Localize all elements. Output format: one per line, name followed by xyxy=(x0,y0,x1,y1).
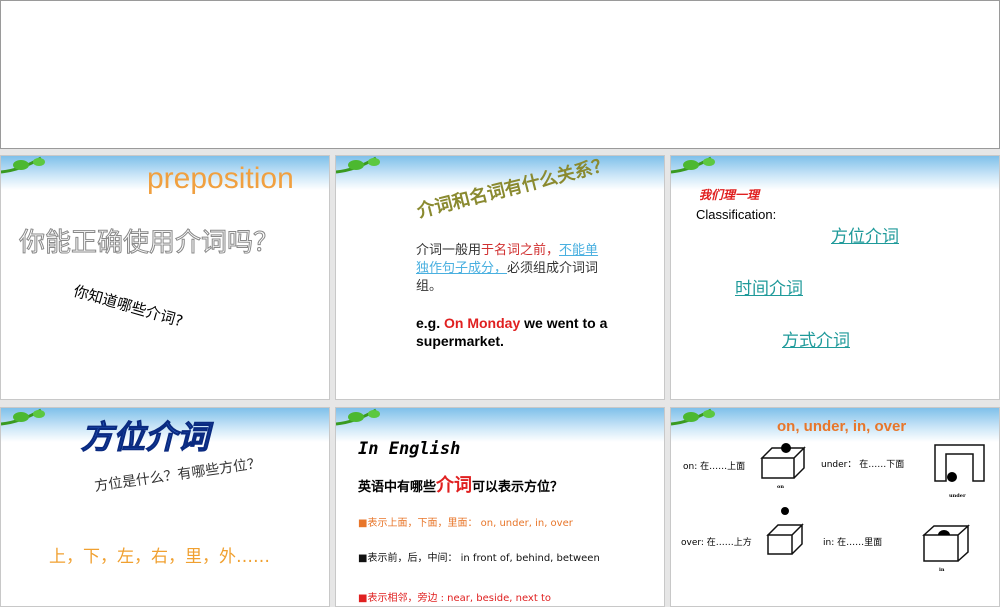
caption-in: in xyxy=(939,567,945,573)
text: e.g. xyxy=(416,315,445,331)
text: 介词一般用 xyxy=(416,243,482,258)
body-paragraph: 介词一般用于名词之前，不能单独作句子成分，必须组成介词词组。 xyxy=(416,242,611,296)
ball-icon xyxy=(781,443,957,535)
heading: 我们理一理 xyxy=(699,188,760,202)
classification-label: Classification: xyxy=(696,207,777,222)
bullet-item: ■表示前，后，中间： in front of, behind, between xyxy=(358,553,600,564)
slide-thumbnail-2[interactable]: 介词和名词有什么关系？ 介词一般用于名词之前，不能单独作句子成分，必须组成介词词… xyxy=(335,155,665,400)
slide-thumbnail-1[interactable]: preposition 你能正确使用介词吗？ 你知道哪些介词? xyxy=(0,155,330,400)
vine-icon xyxy=(1,408,45,426)
caption-under: under xyxy=(949,493,966,499)
example-sentence: e.g. On Monday we went to a supermarket. xyxy=(416,314,616,350)
question-text: 英语中有哪些介词可以表示方位？ xyxy=(358,471,563,497)
highlight-text: On Monday xyxy=(444,315,521,331)
vine-icon xyxy=(336,156,380,174)
slide-title: 方位介词 xyxy=(80,418,210,457)
highlight-text: 介词 xyxy=(436,475,473,496)
highlight-text: 于名词之前， xyxy=(481,243,560,258)
slide-thumbnail-6[interactable]: on, under, in, over on: 在……上面 under： 在……… xyxy=(670,407,1000,607)
link-time-prepositions[interactable]: 时间介词 xyxy=(735,274,803,299)
vine-icon xyxy=(336,408,380,426)
slide-title: In English xyxy=(358,439,461,459)
directions-list: 上，下，左，右，里，外…… xyxy=(49,547,270,567)
vine-icon xyxy=(671,156,715,174)
caption-on: on xyxy=(777,484,784,490)
slide-thumbnail-5[interactable]: In English 英语中有哪些介词可以表示方位？ ■表示上面，下面，里面： … xyxy=(335,407,665,607)
link-manner-prepositions[interactable]: 方式介词 xyxy=(782,326,850,351)
vine-icon xyxy=(1,156,45,174)
slide-thumbnail-4[interactable]: 方位介词 方位是什么？有哪些方位？ 上，下，左，右，里，外…… xyxy=(0,407,330,607)
bullet-item: ■表示相邻，旁边 : near, beside, next to xyxy=(358,593,551,604)
sub-question: 你知道哪些介词? xyxy=(71,281,186,331)
preposition-illustrations: on under in xyxy=(760,443,985,573)
slide-title: preposition xyxy=(147,162,294,195)
text: 英语中有哪些 xyxy=(358,480,437,495)
slide-editor-pane[interactable] xyxy=(0,0,1000,149)
question-text: 你能正确使用介词吗？ xyxy=(18,228,280,259)
question-text: 方位是什么？有哪些方位？ xyxy=(93,455,263,495)
slide-thumbnail-3[interactable]: 我们理一理 Classification: 方位介词 时间介词 方式介词 xyxy=(670,155,1000,400)
link-location-prepositions[interactable]: 方位介词 xyxy=(831,222,899,247)
text: 可以表示方位？ xyxy=(472,480,564,495)
bullet-item: ■表示上面，下面，里面： on, under, in, over xyxy=(358,518,573,529)
